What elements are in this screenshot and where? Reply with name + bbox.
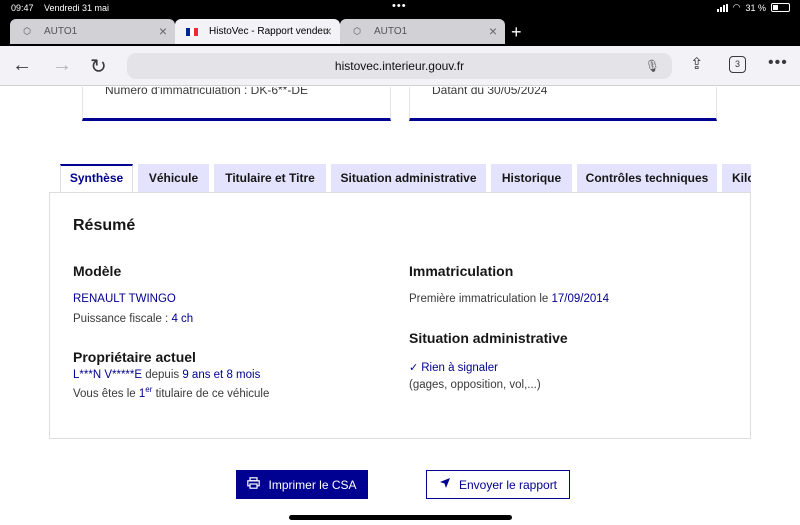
battery-percent: 31 % bbox=[745, 2, 766, 13]
page-content: Numéro d'immatriculation : DK-6**-DE Dat… bbox=[0, 87, 800, 525]
admin-heading: Situation administrative bbox=[409, 330, 568, 346]
report-tabs: Synthèse Véhicule Titulaire et Titre Sit… bbox=[60, 164, 751, 193]
send-report-label: Envoyer le rapport bbox=[458, 477, 558, 492]
registration-heading: Immatriculation bbox=[409, 263, 514, 279]
summary-panel: Résumé Modèle RENAULT TWINGO Puissance f… bbox=[49, 192, 751, 439]
owner-rank: Vous êtes le 1er titulaire de ce véhicul… bbox=[73, 385, 270, 400]
back-arrow-icon[interactable]: ← bbox=[12, 54, 32, 77]
browser-tab-1[interactable]: ⬡ AUTO1 × bbox=[10, 19, 175, 44]
browser-tab-label: AUTO1 bbox=[44, 26, 78, 37]
browser-toolbar: ← → ↻ histovec.interieur.gouv.fr 🎙 ⇪ 3 •… bbox=[0, 46, 800, 86]
tab-synthese[interactable]: Synthèse bbox=[60, 164, 133, 193]
report-date-card: Datant du 30/05/2024 bbox=[409, 87, 717, 121]
tab-titulaire[interactable]: Titulaire et Titre bbox=[214, 164, 326, 193]
send-report-button[interactable]: Envoyer le rapport bbox=[426, 470, 570, 499]
french-flag-favicon-icon bbox=[185, 25, 199, 39]
share-icon[interactable]: ⇪ bbox=[690, 54, 703, 74]
signal-icon bbox=[716, 3, 728, 12]
tab-situation-administrative[interactable]: Situation administrative bbox=[331, 164, 486, 193]
send-arrow-icon bbox=[439, 477, 451, 492]
auto1-favicon-icon: ⬡ bbox=[353, 26, 361, 36]
owner-heading: Propriétaire actuel bbox=[73, 349, 196, 365]
model-name: RENAULT TWINGO bbox=[73, 293, 176, 305]
print-csa-button[interactable]: Imprimer le CSA bbox=[236, 470, 368, 499]
more-menu-icon[interactable]: ••• bbox=[768, 54, 788, 72]
address-bar[interactable]: histovec.interieur.gouv.fr 🎙 bbox=[127, 53, 672, 79]
plate-card: Numéro d'immatriculation : DK-6**-DE bbox=[82, 87, 391, 121]
browser-tab-bar: ⬡ AUTO1 × HistoVec - Rapport vendeur × ⬡… bbox=[0, 16, 800, 46]
status-indicators: ◠ 31 % bbox=[716, 2, 790, 13]
browser-tab-3[interactable]: ⬡ AUTO1 × bbox=[340, 19, 505, 44]
first-registration: Première immatriculation le 17/09/2014 bbox=[409, 293, 610, 305]
printer-icon bbox=[247, 477, 261, 492]
date: Vendredi 31 mai bbox=[44, 3, 110, 13]
model-heading: Modèle bbox=[73, 263, 122, 279]
new-tab-icon[interactable]: + bbox=[511, 22, 522, 43]
tab-controles-techniques[interactable]: Contrôles techniques bbox=[577, 164, 717, 193]
url-text: histovec.interieur.gouv.fr bbox=[334, 59, 465, 73]
status-bar: 09:47 Vendredi 31 mai ••• ◠ 31 % bbox=[0, 0, 800, 16]
reload-icon[interactable]: ↻ bbox=[90, 54, 107, 79]
wifi-icon: ◠ bbox=[732, 2, 741, 12]
close-tab-icon[interactable]: × bbox=[489, 23, 497, 39]
owner-info: L***N V*****E depuis 9 ans et 8 mois bbox=[73, 369, 261, 381]
browser-tab-label: HistoVec - Rapport vendeur bbox=[209, 26, 329, 37]
fiscal-power: Puissance fiscale : 4 ch bbox=[73, 313, 194, 325]
browser-tab-label: AUTO1 bbox=[374, 26, 408, 37]
browser-tab-2[interactable]: HistoVec - Rapport vendeur × bbox=[175, 19, 340, 44]
clock: 09:47 bbox=[11, 3, 34, 13]
tab-kilometrage[interactable]: Kilo bbox=[722, 164, 751, 193]
tab-vehicule[interactable]: Véhicule bbox=[138, 164, 209, 193]
close-tab-icon[interactable]: × bbox=[324, 23, 332, 39]
tab-historique[interactable]: Historique bbox=[491, 164, 572, 193]
battery-icon bbox=[771, 3, 790, 12]
admin-status: ✓ Rien à signaler bbox=[409, 362, 498, 374]
tab-count-button[interactable]: 3 bbox=[729, 56, 746, 73]
auto1-favicon-icon: ⬡ bbox=[23, 26, 31, 36]
microphone-icon[interactable]: 🎙 bbox=[645, 53, 660, 79]
check-icon: ✓ bbox=[409, 362, 419, 374]
print-csa-label: Imprimer le CSA bbox=[268, 477, 357, 492]
report-date: Datant du 30/05/2024 bbox=[432, 87, 548, 97]
forward-arrow-icon[interactable]: → bbox=[52, 54, 72, 77]
home-indicator[interactable] bbox=[289, 515, 512, 520]
admin-note: (gages, opposition, vol,...) bbox=[409, 379, 541, 391]
summary-title: Résumé bbox=[73, 217, 136, 234]
close-tab-icon[interactable]: × bbox=[159, 23, 167, 39]
multitasking-dots-icon[interactable]: ••• bbox=[392, 0, 407, 12]
plate-number: Numéro d'immatriculation : DK-6**-DE bbox=[105, 87, 309, 97]
